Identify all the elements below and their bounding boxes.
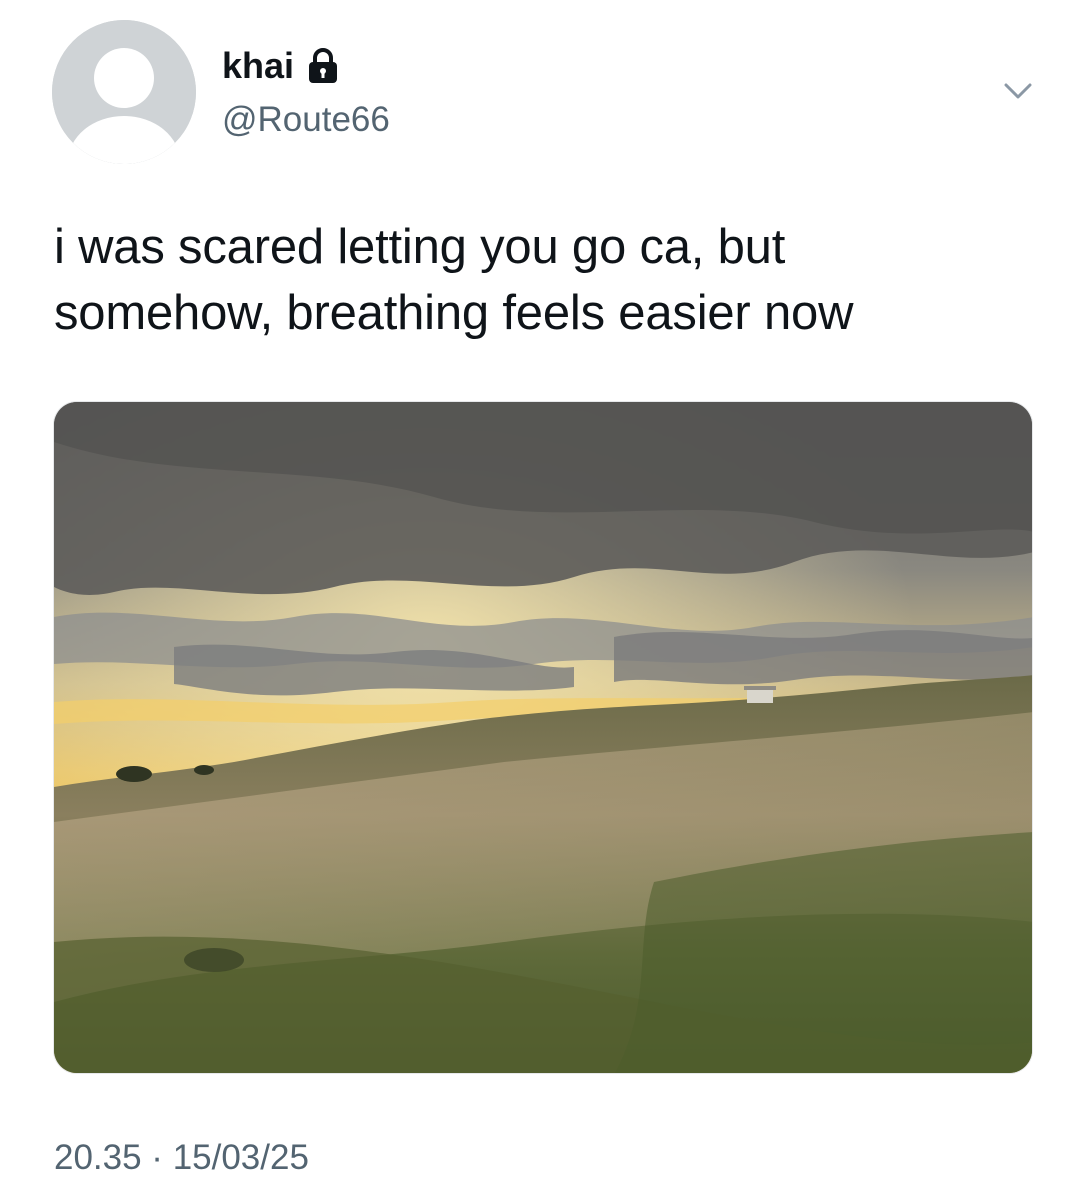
chevron-down-icon — [1004, 83, 1032, 99]
tweet-text-line-1: i was scared letting you go ca, but — [54, 220, 786, 274]
author-name-row: khai — [222, 44, 340, 88]
avatar[interactable] — [52, 20, 196, 164]
tweet-text: i was scared letting you go ca, but some… — [54, 214, 1044, 346]
tweet-photo[interactable] — [53, 401, 1033, 1074]
tweet-text-line-2: somehow, breathing feels easier now — [54, 286, 854, 340]
author-handle[interactable]: @Route66 — [222, 98, 390, 142]
display-name[interactable]: khai — [222, 44, 294, 88]
more-options-button[interactable] — [1000, 76, 1036, 106]
photo-image — [54, 402, 1032, 1073]
lock-icon — [306, 47, 340, 85]
tweet-timestamp[interactable]: 20.35 · 15/03/25 — [54, 1136, 309, 1180]
default-avatar-icon — [52, 20, 196, 164]
